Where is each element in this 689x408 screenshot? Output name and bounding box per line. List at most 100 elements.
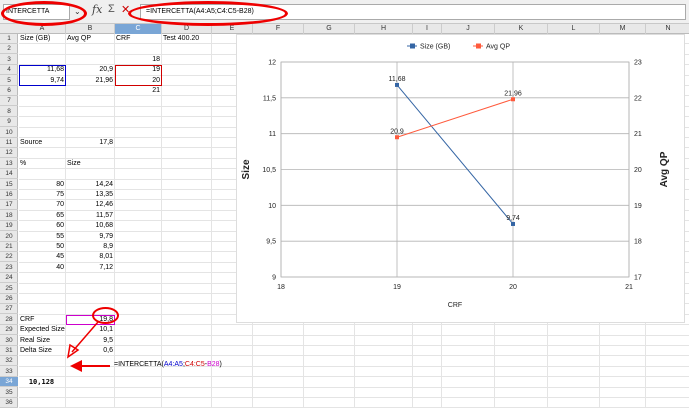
row-header[interactable]: 8 bbox=[0, 107, 18, 117]
cell-a23[interactable]: 40 bbox=[19, 263, 66, 273]
row-header[interactable]: 12 bbox=[0, 148, 18, 159]
fx-icon[interactable]: fx bbox=[92, 3, 102, 16]
cell-b20[interactable]: 9,79 bbox=[66, 232, 115, 242]
row-header[interactable]: 13 bbox=[0, 159, 18, 169]
data-point bbox=[395, 82, 399, 87]
cell-a22[interactable]: 45 bbox=[19, 252, 66, 262]
sigma-icon[interactable]: Σ bbox=[108, 3, 115, 15]
cell-b23[interactable]: 7,12 bbox=[66, 263, 115, 273]
row-header[interactable]: 35 bbox=[0, 388, 18, 398]
cell-a17[interactable]: 70 bbox=[19, 200, 66, 210]
y-tick-label: 10 bbox=[268, 203, 276, 210]
row-header[interactable]: 2 bbox=[0, 44, 18, 55]
row-header[interactable]: 20 bbox=[0, 232, 18, 242]
row-header[interactable]: 26 bbox=[0, 294, 18, 304]
cell-a34[interactable]: 10,128 bbox=[19, 377, 66, 387]
row-header[interactable]: 28 bbox=[0, 315, 18, 325]
column-header[interactable]: L bbox=[548, 24, 600, 34]
cell-b1[interactable]: Avg QP bbox=[66, 34, 115, 44]
cell-a31[interactable]: Delta Size bbox=[19, 346, 66, 356]
column-header[interactable]: I bbox=[413, 24, 442, 34]
row-header[interactable]: 31 bbox=[0, 346, 18, 356]
cell-b19[interactable]: 10,68 bbox=[66, 221, 115, 231]
chart[interactable]: 18 19 20 21 9 9,5 10 10,5 11 11,5 12 17 18 19 20 21 22 23… bbox=[236, 34, 685, 323]
cell-b30[interactable]: 9,5 bbox=[66, 336, 115, 346]
cell-b17[interactable]: 12,46 bbox=[66, 200, 115, 210]
row-header[interactable]: 24 bbox=[0, 273, 18, 284]
cell-a16[interactable]: 75 bbox=[19, 190, 66, 200]
row-header[interactable]: 27 bbox=[0, 304, 18, 315]
cell-a21[interactable]: 50 bbox=[19, 242, 66, 252]
column-header[interactable]: K bbox=[495, 24, 548, 34]
cell-a30[interactable]: Real Size bbox=[19, 336, 66, 346]
row-header[interactable]: 6 bbox=[0, 86, 18, 96]
formula-input[interactable]: =INTERCETTA(A4:A5;C4:C5-B28) bbox=[140, 4, 686, 20]
cell-b15[interactable]: 14,24 bbox=[66, 180, 115, 190]
row-header[interactable]: 11 bbox=[0, 138, 18, 148]
chevron-down-icon[interactable]: ⌄ bbox=[74, 4, 81, 20]
cell-b22[interactable]: 8,01 bbox=[66, 252, 115, 262]
row-header[interactable]: 30 bbox=[0, 336, 18, 346]
row-header[interactable]: 33 bbox=[0, 367, 18, 377]
column-header[interactable]: F bbox=[253, 24, 304, 34]
cell-b29[interactable]: 10,1 bbox=[66, 325, 115, 335]
cell-c6[interactable]: 21 bbox=[115, 86, 162, 96]
cell-a15[interactable]: 80 bbox=[19, 180, 66, 190]
y-axis-title: Size bbox=[241, 159, 252, 179]
row-header[interactable]: 21 bbox=[0, 242, 18, 252]
cell-b5[interactable]: 21,96 bbox=[66, 76, 115, 86]
data-point bbox=[395, 135, 399, 140]
row-header[interactable]: 17 bbox=[0, 200, 18, 211]
cell-a20[interactable]: 55 bbox=[19, 232, 66, 242]
range-highlight-a4-a5 bbox=[19, 65, 66, 86]
column-header[interactable]: M bbox=[600, 24, 646, 34]
cell-d1[interactable]: Test 400.20 bbox=[162, 34, 212, 44]
name-box[interactable]: INTERCETTA bbox=[3, 4, 70, 20]
row-header[interactable]: 15 bbox=[0, 180, 18, 190]
row-header[interactable]: 29 bbox=[0, 325, 18, 336]
row-header[interactable]: 5 bbox=[0, 76, 18, 86]
column-header[interactable]: B bbox=[66, 24, 115, 34]
column-header[interactable]: E bbox=[212, 24, 253, 34]
column-header[interactable]: N bbox=[646, 24, 689, 34]
cell-b31[interactable]: 0,6 bbox=[66, 346, 115, 356]
cell-b18[interactable]: 11,57 bbox=[66, 211, 115, 221]
row-header[interactable]: 22 bbox=[0, 252, 18, 263]
cell-b21[interactable]: 8,9 bbox=[66, 242, 115, 252]
row-header[interactable]: 34 bbox=[0, 377, 18, 388]
close-icon[interactable]: ✕ bbox=[121, 3, 130, 16]
column-header[interactable]: J bbox=[442, 24, 495, 34]
row-header[interactable]: 3 bbox=[0, 55, 18, 65]
cell-a1[interactable]: Size (GB) bbox=[19, 34, 66, 44]
row-header[interactable]: 1 bbox=[0, 34, 18, 44]
cell-a18[interactable]: 65 bbox=[19, 211, 66, 221]
row-header[interactable]: 7 bbox=[0, 96, 18, 107]
cell-b13[interactable]: Size bbox=[66, 159, 115, 169]
row-header[interactable]: 9 bbox=[0, 117, 18, 128]
row-header[interactable]: 19 bbox=[0, 221, 18, 232]
cell-a28[interactable]: CRF bbox=[19, 315, 66, 325]
column-header[interactable]: A bbox=[19, 24, 66, 34]
cell-b4[interactable]: 20,9 bbox=[66, 65, 115, 75]
column-header[interactable]: D bbox=[162, 24, 212, 34]
row-header[interactable]: 16 bbox=[0, 190, 18, 200]
cell-b11[interactable]: 17,8 bbox=[66, 138, 115, 148]
row-header[interactable]: 25 bbox=[0, 284, 18, 294]
column-header[interactable]: G bbox=[304, 24, 355, 34]
row-header[interactable]: 10 bbox=[0, 128, 18, 138]
column-header[interactable]: C bbox=[115, 24, 162, 34]
column-header[interactable]: H bbox=[355, 24, 413, 34]
cell-a29[interactable]: Expected Size bbox=[19, 325, 66, 335]
cell-c3[interactable]: 18 bbox=[115, 55, 162, 65]
formula-edit-cell[interactable]: =INTERCETTA(A4:A5;C4:C5-B28) bbox=[114, 360, 222, 370]
cell-b16[interactable]: 13,35 bbox=[66, 190, 115, 200]
row-header[interactable]: 18 bbox=[0, 211, 18, 221]
cell-a11[interactable]: Source bbox=[19, 138, 66, 148]
cell-a19[interactable]: 60 bbox=[19, 221, 66, 231]
cell-c1[interactable]: CRF bbox=[115, 34, 162, 44]
row-header[interactable]: 4 bbox=[0, 65, 18, 76]
cell-a13[interactable]: % bbox=[19, 159, 66, 169]
row-header[interactable]: 14 bbox=[0, 169, 18, 180]
row-header[interactable]: 32 bbox=[0, 356, 18, 367]
row-header[interactable]: 23 bbox=[0, 263, 18, 273]
